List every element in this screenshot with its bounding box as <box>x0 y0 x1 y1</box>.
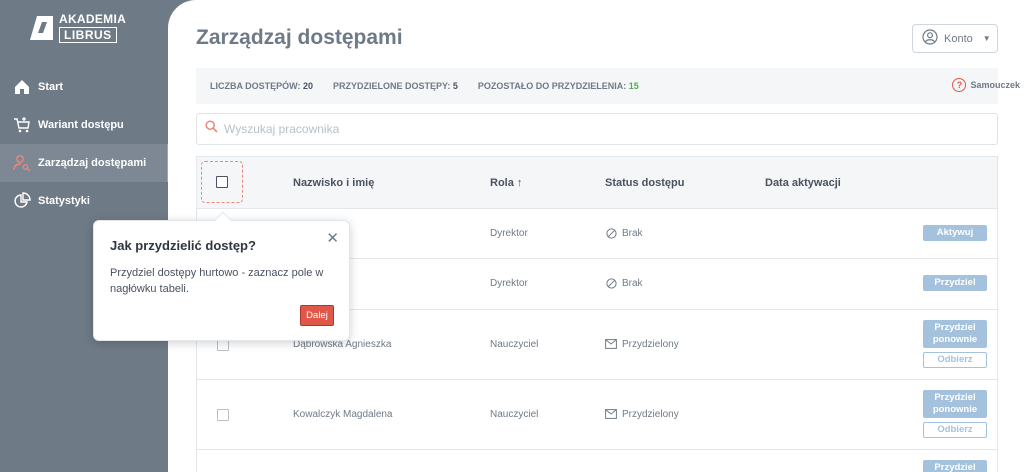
tooltip-body: Przydziel dostępy hurtowo - zaznacz pole… <box>110 267 324 295</box>
logo-icon <box>27 13 55 43</box>
page-title: Zarządzaj dostępami <box>196 26 403 49</box>
pie-chart-icon <box>12 191 32 211</box>
stats-bar: LICZBA DOSTĘPÓW: 20 PRZYDZIELONE DOSTĘPY… <box>196 68 998 104</box>
row-status: Brak <box>605 277 643 289</box>
column-date[interactable]: Data aktywacji <box>765 177 841 189</box>
cart-icon <box>12 115 32 135</box>
home-icon <box>12 77 32 97</box>
search-icon <box>205 120 218 138</box>
sidebar-nav: Start Wariant dostępu Zarządzaj dostępam… <box>0 68 170 220</box>
assign-button[interactable]: Przydziel <box>923 460 987 472</box>
row-role: Nauczyciel <box>490 339 539 350</box>
question-icon: ? <box>952 78 967 92</box>
user-circle-icon <box>922 29 938 48</box>
sidebar-item-zarzadzaj[interactable]: Zarządzaj dostępami <box>0 144 170 182</box>
tutorial-label: Samouczek <box>970 80 1020 90</box>
column-role[interactable]: Rola ↑ <box>490 177 522 189</box>
logo-line1: AKADEMIA <box>59 12 127 26</box>
row-role: Dyrektor <box>490 278 528 289</box>
tutorial-link[interactable]: ? Samouczek <box>952 78 1020 92</box>
search-input[interactable] <box>224 122 924 136</box>
select-all-highlight <box>201 161 243 203</box>
stat-assigned: PRZYDZIELONE DOSTĘPY: 5 <box>333 81 458 91</box>
sidebar-item-wariant[interactable]: Wariant dostępu <box>0 106 170 144</box>
sidebar-item-statystyki[interactable]: Statystyki <box>0 182 170 220</box>
sidebar-item-label: Zarządzaj dostępami <box>38 157 147 169</box>
next-button[interactable]: Dalej <box>300 305 334 326</box>
stat-remaining: POZOSTAŁO DO PRZYDZIELENIA: 15 <box>477 81 639 91</box>
column-status[interactable]: Status dostępu <box>605 177 684 189</box>
sidebar-item-label: Start <box>38 81 64 93</box>
sidebar-item-label: Wariant dostępu <box>38 119 124 131</box>
onboarding-tooltip: Jak przydzielić dostęp? ✕ Przydziel dost… <box>93 211 350 341</box>
row-role: Dyrektor <box>490 228 528 239</box>
close-icon[interactable]: ✕ <box>326 229 339 247</box>
account-label: Konto <box>944 32 973 45</box>
table-header: Nazwisko i imię Rola ↑ Status dostępu Da… <box>197 157 997 209</box>
sidebar-item-start[interactable]: Start <box>0 68 170 106</box>
row-status: Przydzielony <box>605 338 679 350</box>
activate-button[interactable]: Aktywuj <box>923 225 987 241</box>
assign-button[interactable]: Przydziel <box>923 275 987 291</box>
revoke-button[interactable]: Odbierz <box>923 352 987 368</box>
search-bar[interactable] <box>196 113 998 145</box>
blocked-icon <box>605 277 617 289</box>
row-checkbox[interactable] <box>217 409 229 421</box>
row-name: Kowalczyk Magdalena <box>293 409 393 420</box>
row-status: Brak <box>605 227 643 239</box>
chevron-down-icon: ▼ <box>982 34 991 43</box>
tooltip-title: Jak przydzielić dostęp? <box>110 238 256 253</box>
column-name[interactable]: Nazwisko i imię <box>293 177 374 189</box>
row-role: Nauczyciel <box>490 409 539 420</box>
account-button[interactable]: Konto ▼ <box>912 24 998 53</box>
reassign-button[interactable]: Przydziel ponownie <box>923 320 987 348</box>
blocked-icon <box>605 227 617 239</box>
stat-total: LICZBA DOSTĘPÓW: 20 <box>210 81 314 91</box>
logo-line2: LIBRUS <box>59 27 117 43</box>
logo[interactable]: AKADEMIA LIBRUS <box>27 13 126 43</box>
revoke-button[interactable]: Odbierz <box>923 422 987 438</box>
sidebar-item-label: Statystyki <box>38 195 90 207</box>
reassign-button[interactable]: Przydziel ponownie <box>923 390 987 418</box>
mail-icon <box>605 408 617 420</box>
mail-icon <box>605 338 617 350</box>
table-row: Przydziel <box>197 450 997 472</box>
select-all-checkbox[interactable] <box>216 176 228 188</box>
row-status: Przydzielony <box>605 408 679 420</box>
user-key-icon <box>12 153 32 173</box>
table-row: Kowalczyk Magdalena Nauczyciel Przydziel… <box>197 380 997 450</box>
